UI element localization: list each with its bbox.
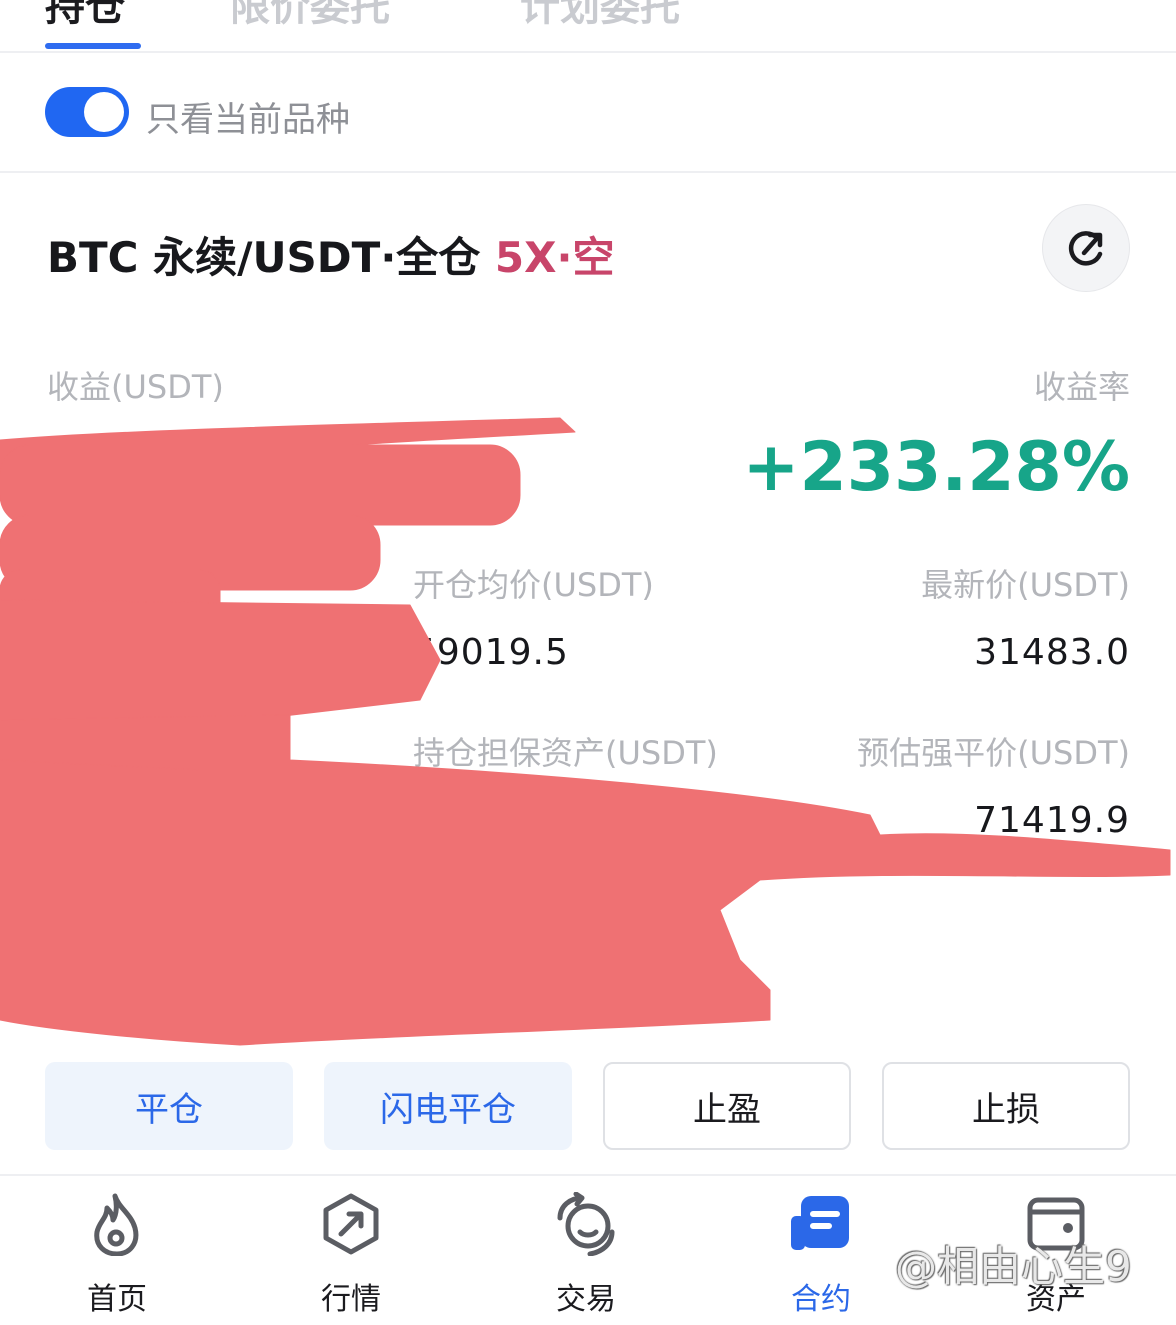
flash-close-button[interactable]: 闪电平仓 xyxy=(324,1062,572,1150)
nav-contract-label: 合约 xyxy=(791,1282,851,1317)
nav-trade[interactable]: 交易 xyxy=(516,1191,656,1318)
nav-home[interactable]: 首页 xyxy=(47,1192,187,1318)
nav-market[interactable]: 行情 xyxy=(281,1192,421,1318)
flame-icon xyxy=(94,1193,139,1257)
nav-trade-label: 交易 xyxy=(556,1282,616,1317)
market-hexagon-icon xyxy=(323,1193,379,1255)
nav-divider xyxy=(0,1174,1176,1176)
close-position-button[interactable]: 平仓 xyxy=(45,1062,293,1150)
take-profit-button[interactable]: 止盈 xyxy=(603,1062,851,1150)
stop-loss-button[interactable]: 止损 xyxy=(882,1062,1130,1150)
watermark: @相由心生9 xyxy=(895,1242,1132,1291)
trade-exchange-icon xyxy=(557,1191,615,1257)
contract-icon xyxy=(791,1196,849,1250)
nav-home-label: 首页 xyxy=(87,1282,147,1317)
nav-contract[interactable]: 合约 xyxy=(751,1192,891,1318)
nav-market-label: 行情 xyxy=(321,1282,381,1317)
